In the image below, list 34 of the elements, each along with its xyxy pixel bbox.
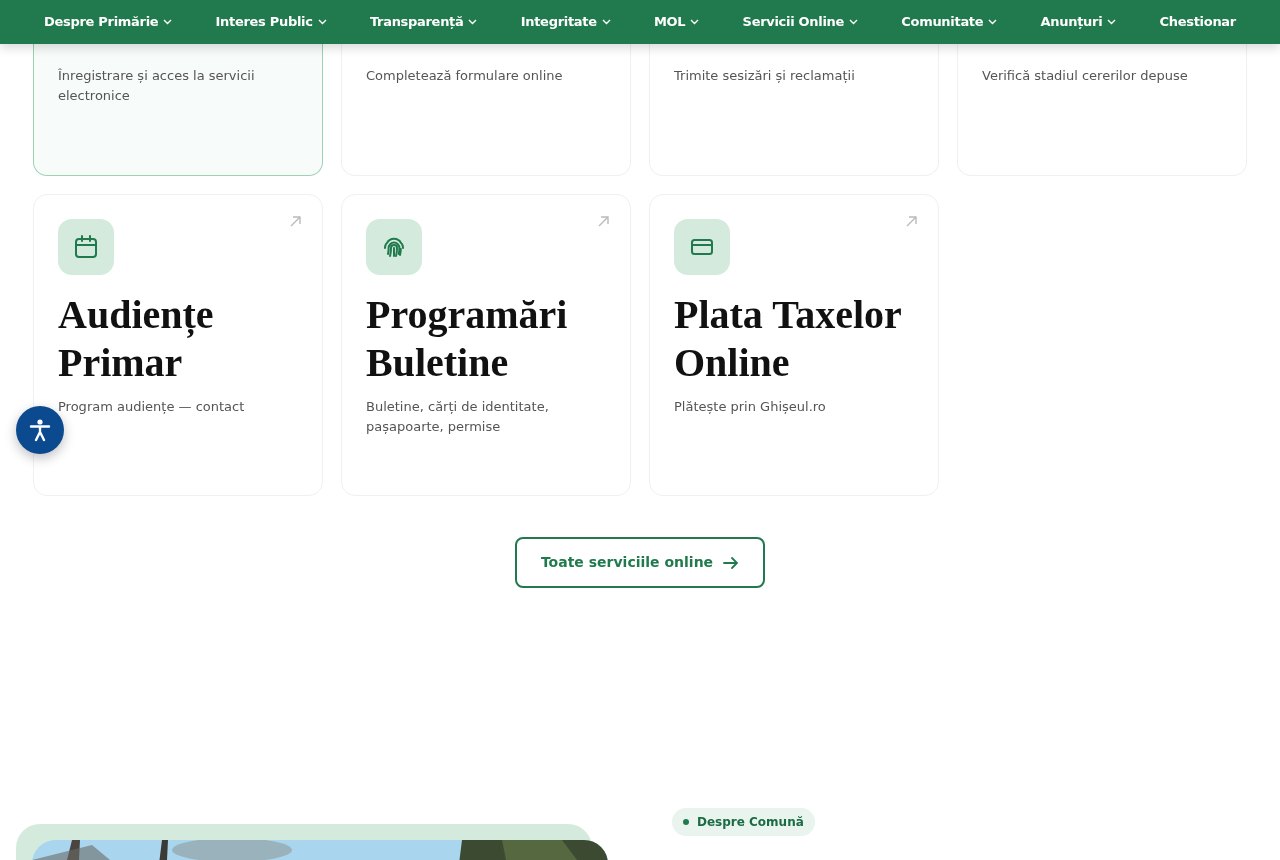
- card-description: Înregistrare și acces la servicii electronice: [58, 67, 256, 105]
- service-card[interactable]: Trimite sesizări și reclamații: [649, 44, 939, 176]
- arrow-right-icon: [723, 555, 740, 570]
- nav-menu-item[interactable]: Integritate: [520, 12, 611, 32]
- arrow-up-right-icon: [905, 215, 918, 228]
- service-card[interactable]: Înregistrare și acces la servicii electronice: [33, 44, 323, 176]
- accessibility-icon: [27, 417, 53, 443]
- section-badge: Despre Comună: [672, 808, 815, 836]
- nav-menu-item[interactable]: Transparență: [369, 12, 478, 32]
- nav-menu-item[interactable]: Comunitate: [901, 12, 998, 32]
- card-description: Program audiențe — contact: [58, 398, 246, 416]
- card-description: Plătește prin Ghișeul.ro: [674, 398, 827, 416]
- card-description: Trimite sesizări și reclamații: [674, 67, 856, 85]
- nav-menu-item[interactable]: Interes Public: [215, 12, 327, 32]
- service-card[interactable]: Programări Buletine Buletine, cărți de identitate, pașapoarte, permise: [341, 194, 631, 496]
- arrow-up-right-icon: [597, 215, 610, 228]
- card-title: Programări Buletine: [366, 291, 569, 387]
- nav-menu-item[interactable]: MOL: [653, 12, 700, 32]
- card-title: Plata Taxelor Online: [674, 291, 903, 387]
- card-description: Completează formulare online: [366, 67, 564, 85]
- service-card[interactable]: Audiențe Primar Program audiențe — contact: [33, 194, 323, 496]
- card-description: Verifică stadiul cererilor depuse: [982, 67, 1189, 85]
- card-title: Audiențe Primar: [58, 291, 215, 387]
- service-card[interactable]: Plata Taxelor Online Plătește prin Ghișeul.ro: [649, 194, 939, 496]
- nav-menu-item[interactable]: Despre Primărie: [44, 12, 173, 32]
- nav-menu-item[interactable]: Chestionar: [1159, 12, 1236, 32]
- arrow-up-right-icon: [289, 215, 302, 228]
- all-services-button[interactable]: Toate serviciile online: [514, 537, 766, 588]
- service-card[interactable]: Completează formulare online: [341, 44, 631, 176]
- nav-menu-item[interactable]: Anunțuri: [1040, 12, 1117, 32]
- card-description: Buletine, cărți de identitate, pașapoarte, permise: [366, 398, 550, 436]
- nav-menu-item[interactable]: Servicii Online: [742, 12, 859, 32]
- calendar-icon: [72, 233, 100, 261]
- service-card[interactable]: Verifică stadiul cererilor depuse: [957, 44, 1247, 176]
